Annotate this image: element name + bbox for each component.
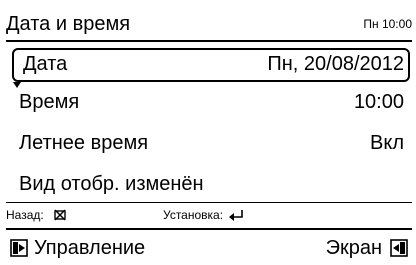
hint-bar: Назад: Установка:: [6, 202, 412, 230]
page-title: Дата и время: [6, 13, 131, 35]
settings-row-time-value: 10:00: [353, 91, 404, 113]
back-hint-label: Назад:: [6, 208, 44, 222]
set-hint-label: Установка:: [163, 208, 224, 222]
settings-row-summer-time[interactable]: Летнее время Вкл: [12, 127, 410, 161]
settings-row-summer-time-label: Летнее время: [19, 132, 149, 154]
settings-row-date[interactable]: Дата Пн, 20/08/2012: [12, 48, 410, 82]
nav-right-box-icon: [390, 239, 408, 257]
settings-row-display-view[interactable]: Вид отобр. изменён: [12, 168, 410, 202]
settings-row-time-label: Время: [19, 91, 80, 113]
header: Дата и время Пн 10:00: [6, 12, 412, 42]
bottom-bar: Управление Экран: [0, 233, 416, 265]
screen-nav-label: Экран: [325, 237, 382, 259]
device-screen: Дата и время Пн 10:00 Дата Пн, 20/08/201…: [0, 0, 416, 265]
settings-row-time[interactable]: Время 10:00: [12, 86, 410, 120]
nav-left-box-icon: [10, 239, 28, 257]
screen-nav-button[interactable]: Экран: [298, 235, 408, 263]
settings-row-date-label: Дата: [23, 53, 68, 75]
control-nav-label: Управление: [34, 237, 146, 259]
settings-row-date-value: Пн, 20/08/2012: [267, 53, 404, 75]
enter-arrow-icon: [229, 210, 243, 221]
header-clock: Пн 10:00: [363, 17, 412, 31]
settings-row-display-view-label: Вид отобр. изменён: [19, 173, 204, 195]
settings-row-summer-time-value: Вкл: [370, 132, 404, 154]
crossed-box-icon: [54, 209, 66, 221]
